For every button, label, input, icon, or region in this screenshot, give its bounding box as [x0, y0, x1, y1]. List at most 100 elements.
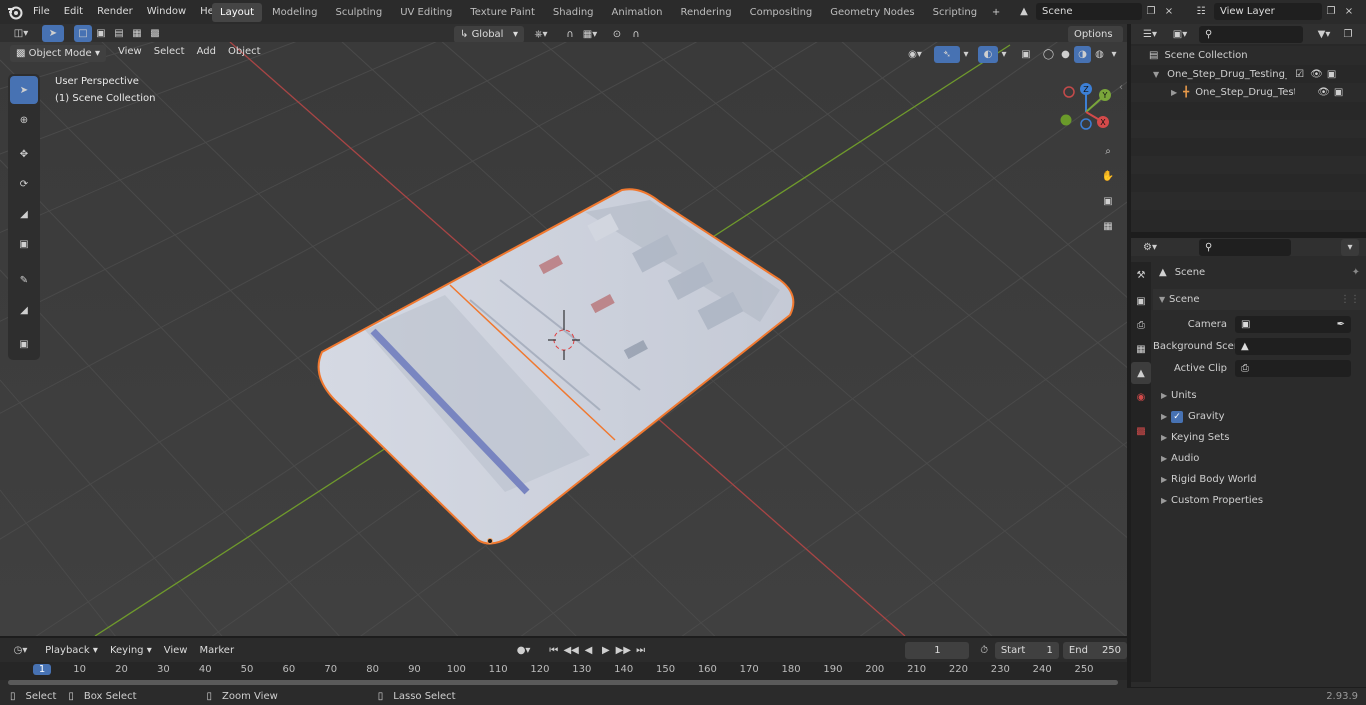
active-clip-field[interactable]: ⎙ [1235, 360, 1351, 377]
timeline-menu-marker[interactable]: Marker [193, 645, 240, 656]
properties-search-input[interactable]: ⚲ [1199, 238, 1291, 256]
custom-properties-panel[interactable]: ▶ Custom Properties [1153, 490, 1366, 511]
mode-dropdown[interactable]: ▩ Object Mode ▾ [10, 45, 106, 62]
timeline-menu-view[interactable]: View [158, 645, 194, 656]
keying-sets-panel[interactable]: ▶ Keying Sets [1153, 427, 1366, 448]
blender-logo-icon[interactable] [6, 3, 24, 21]
xray-icon[interactable]: ▣ [1016, 46, 1036, 63]
solid-shading-icon[interactable]: ● [1057, 46, 1074, 63]
record-icon[interactable]: ●▾ [510, 642, 537, 659]
select-intersect-icon[interactable]: ▩ [146, 25, 164, 42]
pivot-point-icon[interactable]: ⎈▾ [528, 26, 554, 43]
menu-window[interactable]: Window [140, 2, 193, 22]
sidebar-toggle-icon[interactable]: ‹ [1119, 82, 1123, 93]
playback-menu[interactable]: Playback ▾ [39, 642, 104, 659]
timeline-editor-icon[interactable]: ◷▾ [8, 642, 33, 659]
chevron-down-icon[interactable]: ▾ [1341, 238, 1359, 256]
audio-panel[interactable]: ▶ Audio [1153, 448, 1366, 469]
jump-end-icon[interactable]: ⏭ [632, 642, 649, 659]
outliner-row-kit[interactable]: ▼ One_Step_Drug_Testing_Kit_C ☑ 👁 ▣ [1131, 65, 1366, 84]
frame-ruler[interactable]: 1 10 20 30 40 50 60 70 80 90 100 110 120 130 140 150 160… [0, 662, 1127, 680]
add-cube-tool-icon[interactable]: ▣ [10, 330, 38, 358]
display-mode-icon[interactable]: ▣▾ [1167, 26, 1193, 43]
3d-viewport[interactable]: ▩ Object Mode ▾ View Select Add Object ◉… [0, 42, 1127, 636]
timeline-scrollbar[interactable] [8, 680, 1118, 685]
view-layer-tab-icon[interactable]: ▦ [1131, 338, 1151, 360]
eye-icon[interactable]: 👁 [1310, 69, 1323, 80]
menu-render[interactable]: Render [90, 2, 140, 22]
stopwatch-icon[interactable]: ⏱ [975, 642, 992, 659]
view-layer-field[interactable]: View Layer [1214, 3, 1322, 20]
jump-start-icon[interactable]: ⏮ [545, 642, 562, 659]
menu-edit[interactable]: Edit [57, 2, 90, 22]
eye-icon[interactable]: 👁 [1317, 87, 1330, 98]
start-frame-field[interactable]: Start 1 [994, 641, 1059, 659]
tab-scripting[interactable]: Scripting [925, 3, 985, 22]
transform-orientation-dropdown[interactable]: ↳ Global ▾ [454, 26, 524, 43]
chevron-down-icon[interactable]: ▾ [998, 46, 1010, 63]
delete-view-layer-icon[interactable]: × [1340, 3, 1358, 20]
outliner-row-root[interactable]: ▤ Scene Collection [1131, 46, 1366, 65]
annotate-tool-icon[interactable]: ✎ [10, 266, 38, 294]
tab-modeling[interactable]: Modeling [264, 3, 326, 22]
play-reverse-icon[interactable]: ◀ [580, 642, 597, 659]
zoom-icon[interactable]: ⌕ [1096, 140, 1120, 162]
material-shading-icon[interactable]: ◑ [1074, 46, 1091, 63]
gizmo-toggle-icon[interactable]: ➴ [934, 46, 960, 63]
editor-type-icon[interactable]: ◫▾ [6, 25, 36, 42]
select-invert-icon[interactable]: ▦ [128, 25, 146, 42]
add-workspace-icon[interactable]: + [987, 4, 1005, 21]
tab-layout[interactable]: Layout [212, 3, 262, 22]
navigation-gizmo[interactable]: Z Y X [1055, 80, 1117, 142]
render-tab-icon[interactable]: ▣ [1131, 290, 1151, 312]
select-new-icon[interactable]: □ [74, 25, 92, 42]
pin-icon[interactable]: ✦ [1352, 267, 1360, 278]
wireframe-shading-icon[interactable]: ◯ [1040, 46, 1057, 63]
end-frame-field[interactable]: End 250 [1062, 641, 1128, 659]
new-collection-icon[interactable]: ❐ [1339, 26, 1357, 43]
jump-keyframe-forward-icon[interactable]: ▶▶ [615, 642, 632, 659]
tab-compositing[interactable]: Compositing [742, 3, 821, 22]
select-subtract-icon[interactable]: ▤ [110, 25, 128, 42]
drag-handle-icon[interactable]: ⋮⋮ [1340, 294, 1360, 305]
select-tool-icon[interactable]: ➤ [42, 25, 64, 42]
collapse-triangle-icon[interactable]: ▼ [1153, 70, 1159, 79]
current-frame-field[interactable]: 1 [905, 641, 970, 659]
falloff-icon[interactable]: ∩ [626, 26, 646, 43]
measure-tool-icon[interactable]: ◢ [10, 296, 38, 324]
new-scene-icon[interactable]: ❐ [1142, 3, 1160, 20]
scene-name-field[interactable]: Scene [1036, 3, 1142, 20]
world-tab-icon[interactable]: ◉ [1131, 386, 1151, 408]
jump-keyframe-back-icon[interactable]: ◀◀ [562, 642, 579, 659]
options-dropdown[interactable]: Options ▾ [1068, 26, 1123, 57]
move-tool-icon[interactable]: ✥ [10, 140, 38, 168]
camera-field[interactable]: ▣ ✒ [1235, 316, 1351, 333]
overlays-icon[interactable]: ◐ [978, 46, 998, 63]
texture-tab-icon[interactable]: ▩ [1131, 420, 1151, 442]
proportional-editing-icon[interactable]: ⊙ [608, 26, 626, 43]
pan-hand-icon[interactable]: ✋ [1096, 165, 1120, 187]
tab-sculpting[interactable]: Sculpting [328, 3, 391, 22]
tab-texture-paint[interactable]: Texture Paint [462, 3, 543, 22]
delete-scene-icon[interactable]: × [1160, 3, 1178, 20]
scrollbar-thumb[interactable] [8, 680, 1118, 685]
viewport-menu-object[interactable]: Object [222, 46, 267, 57]
tool-tab-icon[interactable]: ⚒ [1131, 264, 1151, 286]
rigid-body-world-panel[interactable]: ▶ Rigid Body World [1153, 469, 1366, 490]
play-icon[interactable]: ▶ [597, 642, 614, 659]
perspective-toggle-icon[interactable]: ▦ [1096, 215, 1120, 237]
tab-shading[interactable]: Shading [545, 3, 602, 22]
menu-file[interactable]: File [26, 2, 57, 22]
tab-rendering[interactable]: Rendering [673, 3, 740, 22]
rendered-shading-icon[interactable]: ◍ [1091, 46, 1108, 63]
snap-icon[interactable]: ∩ [560, 26, 580, 43]
camera-render-icon[interactable]: ▣ [1334, 87, 1343, 98]
scene-icon[interactable]: ▲ [1012, 3, 1036, 20]
gravity-panel[interactable]: ▶ ✓ Gravity [1153, 406, 1366, 427]
chevron-down-icon[interactable]: ▾ [1108, 46, 1120, 63]
include-checkbox-icon[interactable]: ☑ [1295, 69, 1304, 80]
viewport-menu-select[interactable]: Select [148, 46, 191, 57]
select-extend-icon[interactable]: ▣ [92, 25, 110, 42]
properties-editor-icon[interactable]: ⚙▾ [1137, 239, 1163, 256]
scale-tool-icon[interactable]: ◢ [10, 200, 38, 228]
